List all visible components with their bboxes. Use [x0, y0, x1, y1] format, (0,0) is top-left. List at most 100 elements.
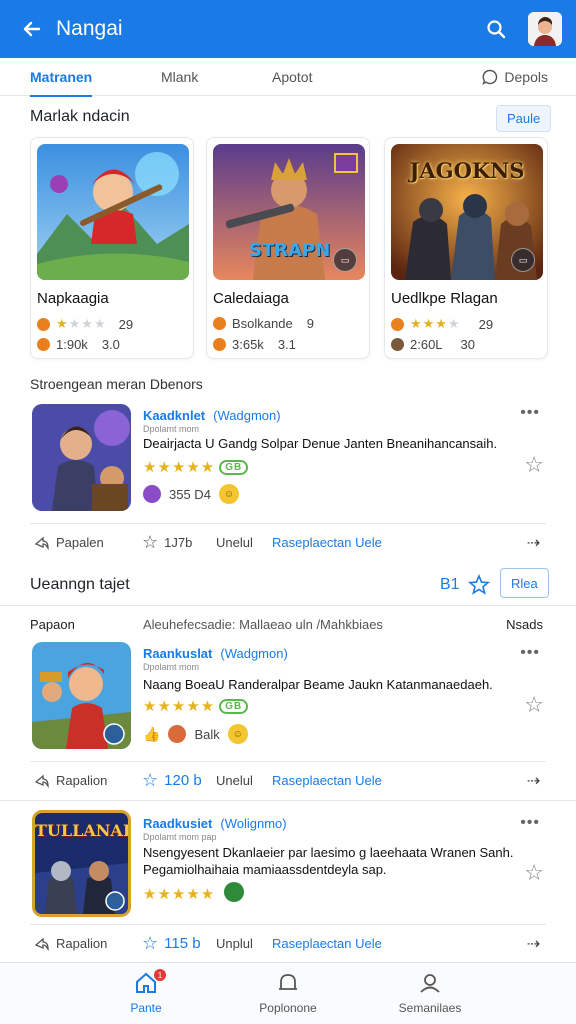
rating-value: 29 — [118, 316, 134, 332]
favorite-star-icon[interactable]: ☆ — [524, 452, 544, 478]
emoji-icon: ☺ — [218, 484, 239, 504]
nav-categories[interactable]: Semanilaes — [370, 971, 490, 1015]
action-share[interactable]: Rapalion — [34, 773, 107, 789]
featured-card[interactable]: STRAPN ▭ Caledaiaga Bsolkande 9 3:65k 3.… — [206, 137, 370, 359]
back-arrow-icon[interactable] — [14, 11, 50, 47]
featured-card-stats: 2:60L 30 — [391, 337, 475, 352]
featured-card[interactable]: Napkaagia ★★★★ 29 1:90k 3.0 — [30, 137, 194, 359]
item-meta: 355 D4 ☺ — [143, 484, 239, 504]
item-tag: (Wadgmon) — [220, 646, 288, 661]
app-bar: Nangai — [0, 0, 576, 58]
nav-popular[interactable]: Poplonone — [228, 971, 348, 1015]
featured-card[interactable]: JAGOKNS ▭ Uedlkpe Rlagan ★★★★ 29 2:60L 3… — [384, 137, 548, 359]
forward-icon[interactable]: ⇢ — [527, 771, 540, 791]
user-avatar[interactable] — [528, 12, 562, 46]
item-description: Naang BoeaU Randeralpar Beame Jaukn Kata… — [143, 677, 493, 692]
item-subtitle: Dpolamt mom — [143, 662, 200, 672]
action-share[interactable]: Papalen — [34, 535, 104, 551]
coin-icon — [391, 317, 404, 331]
featured-card-rating: Bsolkande 9 — [213, 316, 314, 331]
item-title[interactable]: Raadkusiet (Wolignmo) — [143, 816, 287, 831]
more-options-icon[interactable]: ••• — [520, 644, 540, 662]
action-share[interactable]: Rapalion — [34, 936, 107, 952]
section-right-label[interactable]: Nsads — [506, 617, 543, 632]
coin-icon — [143, 485, 161, 503]
tab-mlank[interactable]: Mlank — [161, 58, 198, 96]
rating-stars: ★★★★ — [56, 316, 107, 331]
item-description: Nsengyesent Dkanlaeier par laesimo g lae… — [143, 845, 514, 877]
coin-icon — [37, 317, 50, 331]
download-count: 2:60L — [410, 337, 443, 352]
star-arrow-icon[interactable] — [467, 574, 490, 596]
tab-depols[interactable]: Depols — [482, 58, 548, 96]
item-subtitle: Dpolamt mom pap — [143, 832, 217, 842]
size-value: 3.0 — [101, 337, 120, 352]
tab-matranen[interactable]: Matranen — [30, 58, 93, 97]
featured-title: Marlak ndacin — [30, 108, 130, 125]
rating-stars: ★★★★★ — [143, 882, 245, 903]
action-row: Rapalion ☆ 120 b Unelul Raseplaectan Uel… — [30, 761, 546, 799]
action-row: Papalen ☆ 1J7b Unelul Raseplaectan Uele … — [30, 523, 546, 561]
action-label: 120 b — [164, 772, 202, 789]
badge: GB — [219, 460, 249, 475]
item-name: Kaadknlet — [143, 408, 206, 423]
nav-label: Pante — [130, 1001, 162, 1015]
game-art: JAGOKNS ▭ — [391, 144, 543, 280]
section-left-label: Papaon — [30, 617, 75, 632]
action-rate[interactable]: ☆ 115 b — [142, 933, 201, 954]
action-label: 1J7b — [164, 535, 193, 550]
coin-icon — [213, 338, 226, 351]
search-icon[interactable] — [478, 11, 514, 47]
featured-button[interactable]: Paule — [496, 105, 552, 132]
more-options-icon[interactable]: ••• — [520, 814, 540, 832]
rating-stars: ★★★★★ GB — [143, 458, 249, 476]
download-count: 1:90k — [56, 337, 88, 352]
tab-apotot[interactable]: Apotot — [272, 58, 312, 96]
emoji-icon: ☺ — [227, 724, 248, 744]
share-icon — [34, 536, 49, 550]
item-meta-value: 355 D4 — [169, 486, 211, 502]
item-description: Deairjacta U Gandg Solpar Denue Janten B… — [143, 436, 498, 451]
section-title: Stroengean meran Dbenors — [30, 376, 203, 392]
action-label: Papalen — [56, 535, 104, 550]
forward-icon[interactable]: ⇢ — [527, 934, 540, 954]
action-rate[interactable]: ☆ 1J7b — [142, 532, 192, 553]
item-subtitle: Dpolamt mom — [143, 424, 200, 434]
forward-icon[interactable]: ⇢ — [527, 533, 540, 553]
bell-icon — [279, 974, 297, 990]
favorite-star-icon[interactable]: ☆ — [524, 692, 544, 718]
game-art-title: JAGOKNS — [409, 158, 525, 183]
featured-card-stats: 3:65k 3.1 — [213, 337, 296, 352]
app-title: Nangai — [56, 17, 123, 40]
item-title[interactable]: Kaadknlet (Wadgmon) — [143, 408, 281, 423]
game-thumbnail: TULLANAI — [32, 810, 131, 917]
action-label: Rapalion — [56, 773, 108, 788]
download-count: 3:65k — [232, 337, 264, 352]
action-details[interactable]: Raseplaectan Uele — [272, 535, 382, 550]
item-name: Raankuslat — [143, 646, 213, 661]
action-unlock[interactable]: Unplul — [216, 936, 253, 951]
section-count: B1 — [440, 574, 490, 596]
nav-label: Poplonone — [259, 1001, 317, 1015]
game-art-title: STRAPN — [249, 240, 331, 261]
game-art — [37, 144, 189, 280]
action-unlock[interactable]: Unelul — [216, 535, 253, 550]
favorite-star-icon[interactable]: ☆ — [524, 860, 544, 886]
bottom-navigation: 1 Pante Poplonone Semanilaes — [0, 962, 576, 1024]
more-options-icon[interactable]: ••• — [520, 404, 540, 422]
action-unlock[interactable]: Unelul — [216, 773, 253, 788]
featured-card-name: Caledaiaga — [213, 290, 289, 307]
action-rate[interactable]: ☆ 120 b — [142, 770, 202, 791]
action-details[interactable]: Raseplaectan Uele — [272, 936, 382, 951]
item-title[interactable]: Raankuslat (Wadgmon) — [143, 646, 288, 661]
chat-icon — [482, 69, 498, 85]
game-thumbnail — [32, 404, 131, 511]
rating-stars: ★★★★★ GB — [143, 697, 249, 715]
rating-stars: ★★★★ — [410, 316, 461, 331]
divider — [0, 800, 576, 801]
action-details[interactable]: Raseplaectan Uele — [272, 773, 382, 788]
share-icon — [34, 774, 49, 788]
nav-home[interactable]: 1 Pante — [86, 969, 206, 1015]
section-button[interactable]: Rlea — [500, 568, 549, 598]
game-art: STRAPN ▭ — [213, 144, 365, 280]
